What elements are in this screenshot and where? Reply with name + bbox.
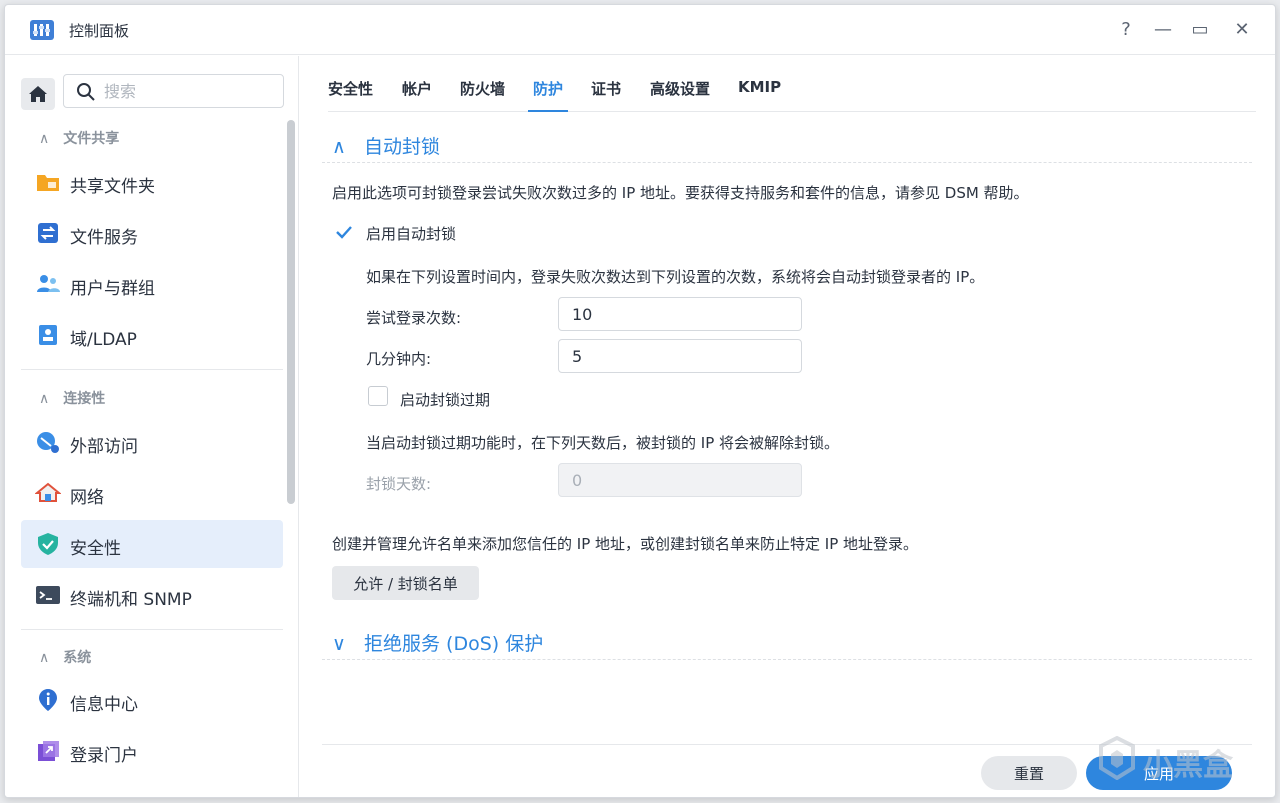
attempts-input[interactable] — [558, 297, 802, 331]
chevron-up-icon: ∧ — [39, 131, 50, 147]
enable-auto-block-checkbox[interactable] — [334, 222, 354, 242]
enable-block-expire-label: 启动封锁过期 — [400, 391, 491, 409]
tab-account[interactable]: 帐户 — [402, 78, 432, 99]
minimize-button[interactable]: — — [1150, 17, 1176, 43]
section-connectivity[interactable]: ∧ 连接性 — [39, 388, 105, 408]
info-icon — [39, 689, 57, 711]
group-divider — [322, 659, 1252, 660]
group-divider — [322, 162, 1252, 163]
active-tab-indicator — [528, 110, 568, 112]
chevron-down-icon: ∨ — [332, 633, 346, 655]
section-system[interactable]: ∧ 系统 — [39, 647, 91, 667]
enable-block-expire-checkbox[interactable] — [368, 386, 388, 406]
tab-firewall[interactable]: 防火墙 — [460, 78, 505, 99]
sidebar-divider — [21, 629, 283, 630]
users-icon — [37, 275, 60, 292]
search-input[interactable] — [104, 81, 274, 101]
attempts-label: 尝试登录次数: — [366, 309, 462, 327]
chevron-up-icon: ∧ — [39, 650, 50, 666]
search-box[interactable] — [63, 74, 284, 108]
block-expire-text: 当启动封锁过期功能时，在下列天数后，被封锁的 IP 将会被解除封锁。 — [366, 434, 840, 452]
home-button[interactable] — [21, 78, 55, 110]
sidebar-item-login-portal[interactable]: 登录门户 — [21, 727, 283, 775]
main-panel: 安全性 帐户 防火墙 防护 证书 高级设置 KMIP ∧ 自动封锁 启用此选项可封… — [300, 56, 1275, 797]
tab-certificate[interactable]: 证书 — [591, 78, 621, 99]
folder-icon — [37, 175, 59, 191]
domain-icon — [39, 325, 57, 345]
block-days-input[interactable] — [558, 463, 802, 497]
sidebar-scrollbar[interactable] — [287, 120, 295, 504]
title-bar: 控制面板 ? — ▭ ✕ — [5, 5, 1275, 55]
minutes-label: 几分钟内: — [366, 350, 432, 368]
sidebar-divider — [21, 369, 283, 370]
maximize-button[interactable]: ▭ — [1187, 17, 1213, 43]
chevron-up-icon: ∧ — [39, 391, 50, 407]
watermark-logo-icon — [1099, 736, 1135, 780]
network-icon — [35, 482, 61, 502]
help-button[interactable]: ? — [1113, 17, 1139, 43]
chevron-up-icon: ∧ — [332, 136, 346, 158]
tab-advanced[interactable]: 高级设置 — [650, 78, 710, 99]
sidebar-item-domain-ldap[interactable]: 域/LDAP — [21, 311, 283, 359]
control-panel-icon — [30, 20, 54, 40]
search-icon — [77, 83, 95, 101]
sidebar-item-security[interactable]: 安全性 — [21, 520, 283, 568]
terminal-icon — [36, 586, 60, 604]
login-portal-icon — [38, 741, 59, 761]
sidebar-item-network[interactable]: 网络 — [21, 469, 283, 517]
window-title: 控制面板 — [69, 22, 130, 40]
allow-block-list-button[interactable]: 允许 / 封锁名单 — [332, 566, 479, 600]
enable-auto-block-label: 启用自动封锁 — [366, 225, 457, 243]
sidebar-item-terminal-snmp[interactable]: 终端机和 SNMP — [21, 571, 283, 619]
section-file-sharing[interactable]: ∧ 文件共享 — [39, 128, 119, 148]
group-dos-header[interactable]: ∨ 拒绝服务 (DoS) 保护 — [332, 629, 543, 656]
shield-icon — [38, 533, 58, 555]
block-days-label: 封锁天数: — [366, 475, 432, 493]
file-services-icon — [38, 223, 58, 243]
sidebar-item-external-access[interactable]: 外部访问 — [21, 418, 283, 466]
minutes-input[interactable] — [558, 339, 802, 373]
group-auto-block-header[interactable]: ∧ 自动封锁 — [332, 132, 440, 159]
sidebar-item-users-groups[interactable]: 用户与群组 — [21, 260, 283, 308]
home-icon — [29, 86, 47, 102]
reset-button[interactable]: 重置 — [981, 756, 1077, 790]
external-access-icon — [37, 432, 59, 453]
sidebar-item-file-services[interactable]: 文件服务 — [21, 209, 283, 257]
watermark: 小黑盒 — [1095, 730, 1255, 790]
sidebar: ∧文件共享 共享文件夹 文件服务 用户与群组 — [5, 56, 299, 797]
allowlist-description: 创建并管理允许名单来添加您信任的 IP 地址，或创建封锁名单来防止特定 IP 地… — [332, 535, 919, 553]
tab-bar: 安全性 帐户 防火墙 防护 证书 高级设置 KMIP — [328, 56, 1256, 112]
auto-block-rule-text: 如果在下列设置时间内，登录失败次数达到下列设置的次数，系统将会自动封锁登录者的 … — [366, 268, 985, 286]
tab-protection[interactable]: 防护 — [533, 78, 563, 99]
sidebar-item-info-center[interactable]: 信息中心 — [21, 676, 283, 724]
auto-block-description: 启用此选项可封锁登录尝试失败次数过多的 IP 地址。要获得支持服务和套件的信息，… — [332, 184, 1029, 202]
tab-kmip[interactable]: KMIP — [738, 78, 781, 96]
close-button[interactable]: ✕ — [1229, 17, 1255, 43]
control-panel-window: 控制面板 ? — ▭ ✕ ∧文件共享 共享文 — [4, 4, 1276, 798]
sidebar-item-shared-folder[interactable]: 共享文件夹 — [21, 158, 283, 206]
checkmark-icon — [336, 226, 352, 239]
tab-security[interactable]: 安全性 — [328, 78, 373, 99]
